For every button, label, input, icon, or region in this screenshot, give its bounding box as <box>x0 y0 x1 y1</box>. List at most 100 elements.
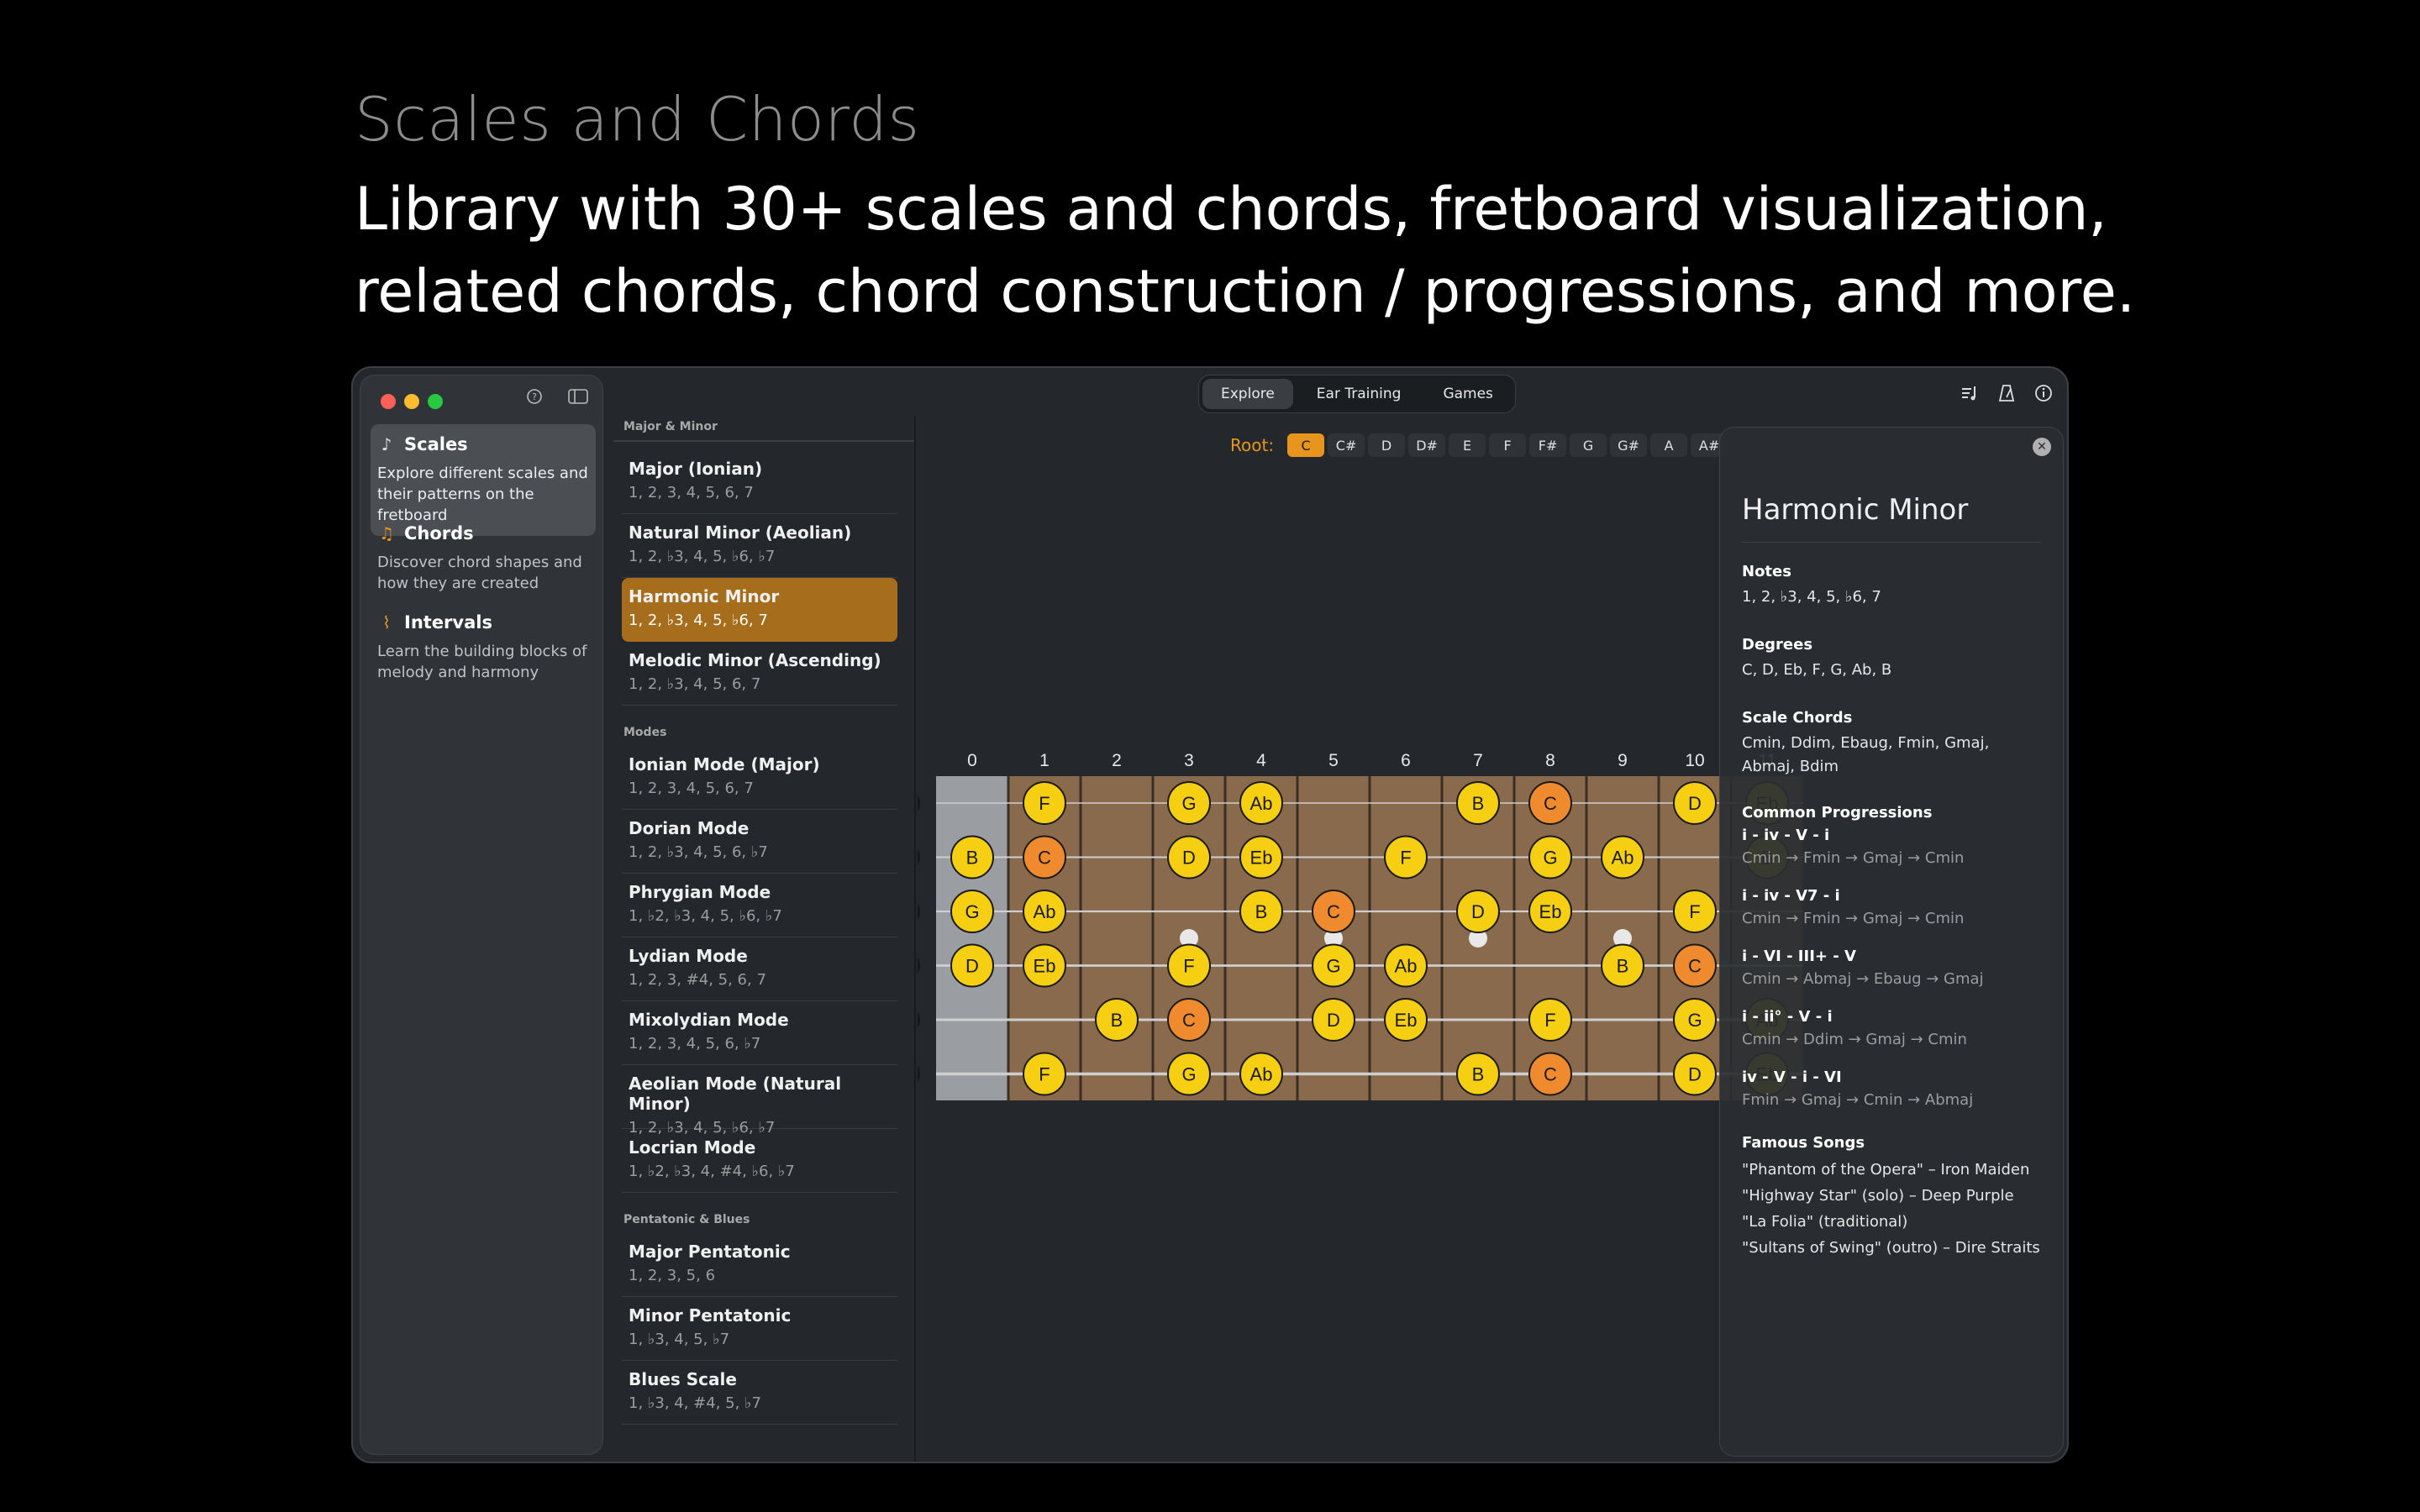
section-header: Major & Minor <box>613 417 914 442</box>
tab-explore[interactable]: Explore <box>1202 379 1293 409</box>
root-key[interactable]: A <box>1650 433 1688 457</box>
progression-item: i - VI - III+ - V Cmin → Abmaj → Ebaug → … <box>1742 948 2041 988</box>
scale-formula: 1, 2, ♭3, 4, 5, 6, ♭7 <box>629 843 768 861</box>
sidebar-toggle-icon[interactable] <box>567 387 589 411</box>
root-key[interactable]: D <box>1368 433 1406 457</box>
progression-name: i - iv - V - i <box>1742 827 1830 844</box>
progression-item: i - ii° - V - i Cmin → Ddim → Gmaj → Cmin <box>1742 1008 2041 1048</box>
scale-name: Harmonic Minor <box>629 586 780 606</box>
help-icon[interactable]: ? <box>525 387 544 411</box>
music-list-icon[interactable] <box>1953 376 1986 410</box>
sidebar-item-intervals[interactable]: ⌇ Intervals Learn the building blocks of… <box>371 602 596 693</box>
scale-name: Melodic Minor (Ascending) <box>629 650 881 670</box>
scale-list-item[interactable]: Aeolian Mode (Natural Minor) 1, 2, ♭3, 4,… <box>622 1065 897 1137</box>
scale-list-item[interactable]: Minor Pentatonic 1, ♭3, 4, 5, ♭7 <box>622 1297 897 1361</box>
scale-formula: 1, ♭3, 4, #4, 5, ♭7 <box>629 1394 761 1412</box>
close-icon[interactable]: ✕ <box>2033 438 2051 456</box>
root-key[interactable]: F# <box>1529 433 1567 457</box>
root-key[interactable]: E <box>1449 433 1486 457</box>
sidebar-item-chords[interactable]: ♫ Chords Discover chord shapes and how t… <box>371 513 596 604</box>
note-label: C <box>1327 901 1340 922</box>
mode-tabs: Explore Ear Training Games <box>1198 375 1516 413</box>
root-key[interactable]: F <box>1489 433 1527 457</box>
song-item: "La Folia" (traditional) <box>1742 1213 1908 1231</box>
fret-number: 8 <box>1545 751 1555 770</box>
zoom-window-button[interactable] <box>428 394 443 409</box>
scale-list-item[interactable]: Melodic Minor (Ascending) 1, 2, ♭3, 4, 5,… <box>622 642 897 706</box>
note-label: C <box>1544 1064 1557 1085</box>
scale-name: Major Pentatonic <box>629 1242 791 1262</box>
fret-number: 7 <box>1473 751 1483 770</box>
progression-chords: Cmin → Fmin → Gmaj → Cmin <box>1742 849 1965 867</box>
metronome-icon[interactable] <box>1990 376 2023 410</box>
scale-formula: 1, 2, ♭3, 4, 5, 6, 7 <box>629 675 761 693</box>
desc-line: how they are created <box>377 575 539 592</box>
scale-name: Dorian Mode <box>629 818 750 838</box>
scale-list-item[interactable]: Mixolydian Mode 1, 2, 3, 4, 5, 6, ♭7 <box>622 1001 897 1065</box>
hero-line-1: Library with 30+ scales and chords, fret… <box>355 175 2107 244</box>
note-label: D <box>1182 848 1196 869</box>
scale-list-item[interactable]: Blues Scale 1, ♭3, 4, #4, 5, ♭7 <box>622 1361 897 1425</box>
minimize-window-button[interactable] <box>404 394 419 409</box>
scale-list-item[interactable]: Locrian Mode 1, ♭2, ♭3, 4, #4, ♭6, ♭7 <box>622 1129 897 1193</box>
song-item: "Phantom of the Opera" – Iron Maiden <box>1742 1161 2030 1179</box>
sidebar-item-label: Chords <box>404 523 474 543</box>
sidebar-item-label: Intervals <box>404 612 492 633</box>
svg-text:?: ? <box>532 391 537 402</box>
scales-list: Major & Minor Major (Ionian) 1, 2, 3, 4, … <box>613 417 916 1462</box>
note-label: F <box>1689 901 1700 922</box>
note-label: C <box>1544 793 1557 814</box>
tab-ear-training[interactable]: Ear Training <box>1298 379 1420 409</box>
note-label: Ab <box>1034 901 1056 922</box>
scale-list-item[interactable]: Major (Ionian) 1, 2, 3, 4, 5, 6, 7 <box>622 450 897 514</box>
scale-name: Locrian Mode <box>629 1137 756 1158</box>
note-label: G <box>1181 793 1196 814</box>
fretboard-wood <box>1008 776 1803 1100</box>
note-label: G <box>1687 1010 1702 1031</box>
progressions-heading: Common Progressions <box>1742 804 1933 822</box>
scale-list-item[interactable]: Dorian Mode 1, 2, ♭3, 4, 5, 6, ♭7 <box>622 810 897 874</box>
note-label: B <box>1472 1064 1485 1085</box>
scale-list-item[interactable]: Natural Minor (Aeolian) 1, 2, ♭3, 4, 5, ♭… <box>622 514 897 578</box>
sidebar-item-desc: Learn the building blocks of melody and … <box>377 641 589 683</box>
chords-icon: ♫ <box>379 523 394 543</box>
chords-line: Abmaj, Bdim <box>1742 758 1839 775</box>
note-label: D <box>1688 1064 1702 1085</box>
root-key[interactable]: C <box>1287 433 1325 457</box>
scale-list-item[interactable]: Phrygian Mode 1, ♭2, ♭3, 4, 5, ♭6, ♭7 <box>622 874 897 937</box>
root-key[interactable]: G# <box>1610 433 1648 457</box>
fret-number: 6 <box>1401 751 1411 770</box>
sidebar-item-label: Scales <box>404 434 468 454</box>
note-label: B <box>1617 956 1629 977</box>
scale-list-item[interactable]: Ionian Mode (Major) 1, 2, 3, 4, 5, 6, 7 <box>622 746 897 810</box>
string-label-badge <box>918 848 920 866</box>
note-label: F <box>1183 956 1194 977</box>
fret-number: 5 <box>1328 751 1339 770</box>
scale-list-item[interactable]: Major Pentatonic 1, 2, 3, 5, 6 <box>622 1233 897 1297</box>
note-label: Eb <box>1395 1010 1418 1031</box>
info-icon[interactable] <box>2027 376 2060 410</box>
scale-chords-value: Cmin, Ddim, Ebaug, Fmin, Gmaj, Abmaj, Bd… <box>1742 732 2041 779</box>
scale-list-item[interactable]: Harmonic Minor 1, 2, ♭3, 4, 5, ♭6, 7 <box>622 578 897 642</box>
section-header: Pentatonic & Blues <box>623 1213 750 1226</box>
note-label: F <box>1039 793 1050 814</box>
close-window-button[interactable] <box>381 394 396 409</box>
fret-number: 0 <box>967 751 977 770</box>
scale-formula: 1, ♭2, ♭3, 4, 5, ♭6, ♭7 <box>629 907 782 925</box>
degrees-heading: Degrees <box>1742 636 1813 654</box>
note-label: Eb <box>1034 956 1056 977</box>
string-label-badge <box>918 1065 920 1083</box>
note-label: D <box>1688 793 1702 814</box>
root-key[interactable]: G <box>1570 433 1607 457</box>
note-label: B <box>1111 1010 1123 1031</box>
fretboard-open-column <box>936 776 1008 1100</box>
progression-name: i - iv - V7 - i <box>1742 887 1840 905</box>
note-label: Ab <box>1250 1064 1273 1085</box>
fret-number: 10 <box>1685 751 1704 770</box>
scale-list-item[interactable]: Lydian Mode 1, 2, 3, #4, 5, 6, 7 <box>622 937 897 1001</box>
tab-games[interactable]: Games <box>1424 379 1511 409</box>
famous-songs-heading: Famous Songs <box>1742 1134 1865 1152</box>
root-key[interactable]: C# <box>1328 433 1365 457</box>
root-key[interactable]: D# <box>1408 433 1446 457</box>
note-label: D <box>1471 901 1485 922</box>
